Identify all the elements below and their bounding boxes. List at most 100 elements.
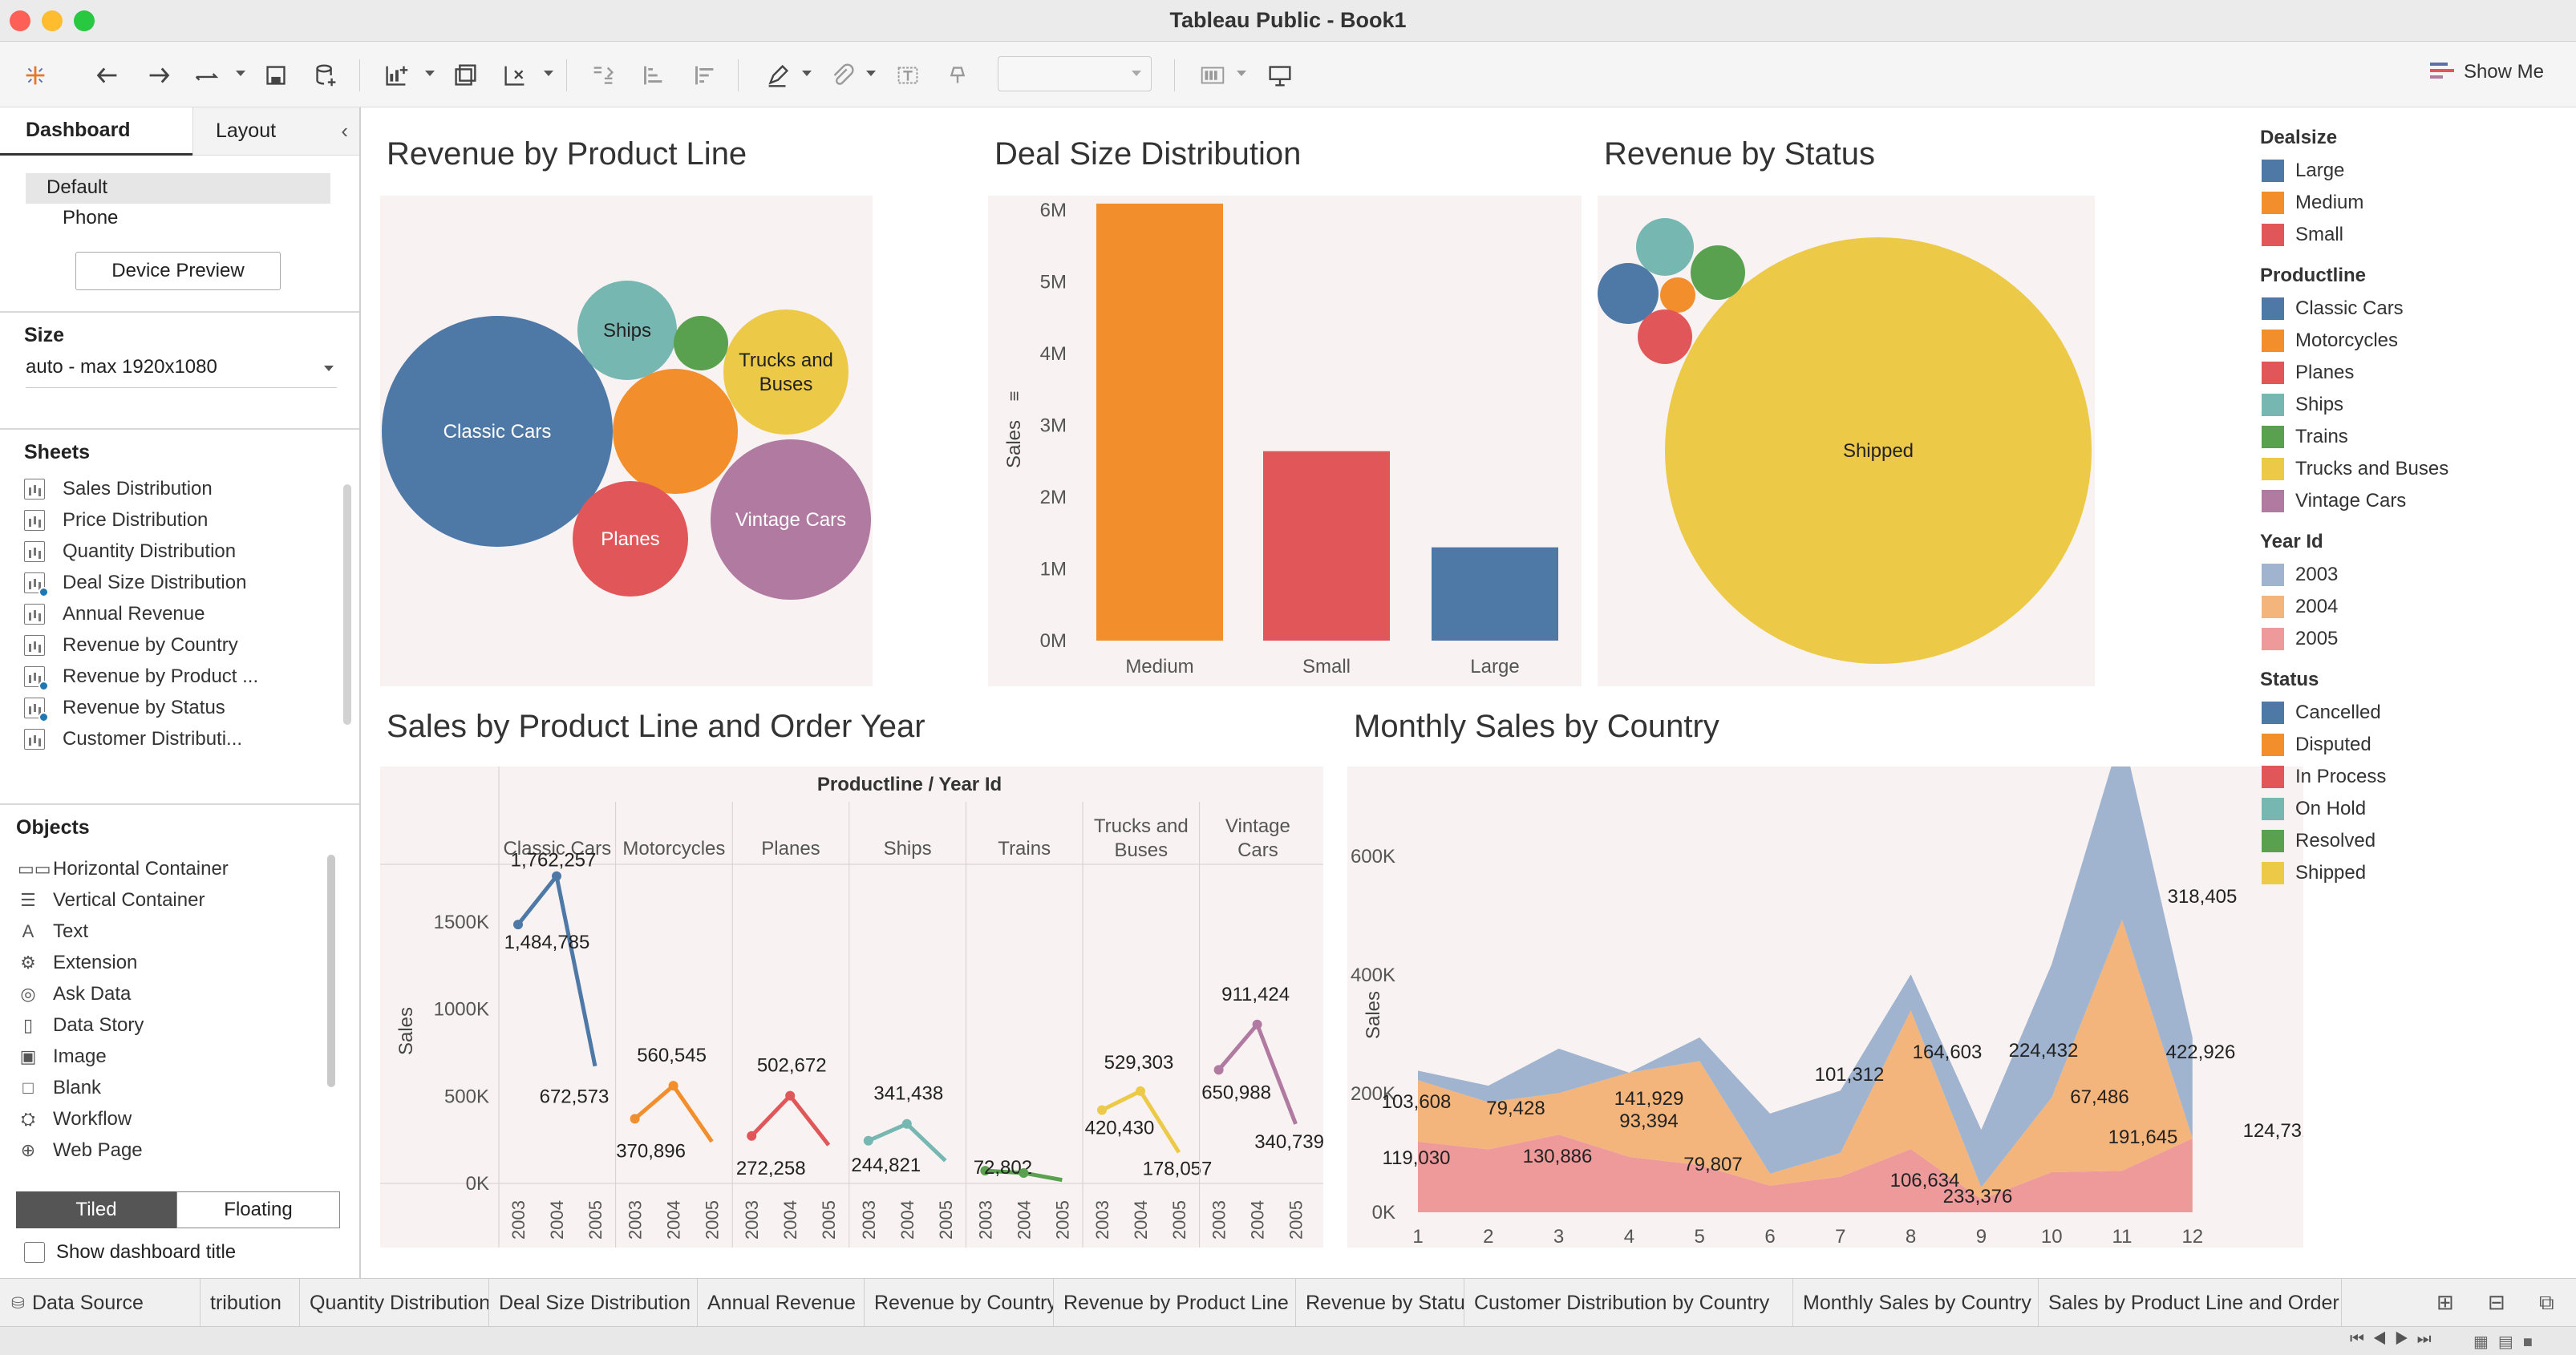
legend-item-on-hold[interactable]: On Hold (2262, 795, 2366, 823)
device-phone[interactable]: Phone (26, 204, 330, 234)
object-blank[interactable]: □ Blank (18, 1072, 101, 1104)
legend-item-disputed[interactable]: Disputed (2262, 731, 2371, 758)
sheet-tab-customer-distribution-by-country[interactable]: Customer Distribution by Country (1464, 1279, 1793, 1327)
object-text[interactable]: A Text (18, 916, 88, 948)
highlight-icon[interactable] (760, 58, 796, 93)
undo-icon[interactable] (90, 58, 125, 93)
sheet-item-sales-distribution[interactable]: Sales Distribution (24, 473, 213, 505)
size-dropdown[interactable]: auto - max 1920x1080 (26, 356, 337, 388)
sort-descending-icon[interactable] (687, 58, 722, 93)
object-workflow[interactable]: ⛭ Workflow (18, 1103, 132, 1135)
presentation-mode-icon[interactable] (1262, 58, 1298, 93)
objects-scrollbar[interactable] (327, 855, 335, 1087)
sheets-scrollbar[interactable] (343, 484, 351, 725)
tab-dashboard[interactable]: Dashboard (0, 107, 192, 156)
legend-item-trains[interactable]: Trains (2262, 423, 2348, 451)
show-mark-labels-icon[interactable] (890, 58, 925, 93)
new-worksheet-tab-icon[interactable]: ⊞ (2436, 1290, 2454, 1315)
legend-item-cancelled[interactable]: Cancelled (2262, 699, 2381, 726)
sheet-item-annual-revenue[interactable]: Annual Revenue (24, 598, 205, 630)
sheet-tab-quantity-distribution[interactable]: Quantity Distribution (300, 1279, 489, 1327)
device-default[interactable]: Default (26, 173, 330, 204)
tableau-logo-icon[interactable] (18, 58, 53, 93)
collapse-panel-icon[interactable]: ‹ (341, 119, 348, 144)
sheet-tab-sales-by-product-line-and-order[interactable]: Sales by Product Line and Order (2039, 1279, 2342, 1327)
sheet-tab-monthly-sales-by-country[interactable]: Monthly Sales by Country (1793, 1279, 2039, 1327)
legend-item-vintage-cars[interactable]: Vintage Cars (2262, 487, 2406, 515)
fix-axes-icon[interactable] (940, 58, 975, 93)
fit-dropdown[interactable] (998, 56, 1152, 91)
legend-item-trucks-and-buses[interactable]: Trucks and Buses (2262, 455, 2448, 483)
floating-toggle[interactable]: Floating (176, 1191, 340, 1228)
sheet-item-revenue-by-product[interactable]: Revenue by Product ... (24, 661, 258, 693)
chevron-down-icon[interactable] (544, 71, 553, 76)
new-story-tab-icon[interactable]: ⧉ (2539, 1290, 2554, 1316)
chevron-down-icon[interactable] (236, 71, 245, 76)
sheet-item-customer-distributi[interactable]: Customer Distributi... (24, 723, 242, 755)
sheet-item-revenue-by-country[interactable]: Revenue by Country (24, 629, 238, 661)
chart-deal-size-distribution[interactable]: 0M 1M 2M 3M 4M 5M 6M Sales ≡ Medium Small Large (988, 196, 1582, 686)
point-planes (747, 1131, 757, 1141)
duplicate-sheet-icon[interactable] (448, 58, 483, 93)
chart-revenue-by-product-line[interactable]: Classic Cars Vintage Cars Trucks and Buses P… (380, 196, 873, 686)
sheet-navigation-icon[interactable]: ⏮◀▶⏭ (2350, 1330, 2440, 1349)
tiled-toggle[interactable]: Tiled (16, 1191, 176, 1228)
group-members-icon[interactable] (824, 58, 860, 93)
new-dashboard-tab-icon[interactable]: ⊟ (2488, 1290, 2505, 1315)
chart-monthly-sales-by-country[interactable]: 0K 200K 400K 600K Sales 1 2 3 4 5 6 7 8 9 10 11 12 103,60… (1347, 730, 2312, 1248)
clear-sheet-icon[interactable] (497, 58, 533, 93)
chevron-down-icon[interactable] (1237, 71, 1246, 76)
legend-item-motorcycles[interactable]: Motorcycles (2262, 327, 2398, 354)
sheet-item-quantity-distribution[interactable]: Quantity Distribution (24, 536, 236, 568)
legend-item-small[interactable]: Small (2262, 221, 2343, 249)
legend-item-resolved[interactable]: Resolved (2262, 827, 2376, 855)
legend-item-shipped[interactable]: Shipped (2262, 860, 2366, 887)
object-data-story[interactable]: ▯ Data Story (18, 1009, 144, 1042)
legend-item-classic-cars[interactable]: Classic Cars (2262, 295, 2404, 322)
legend-item-medium[interactable]: Medium (2262, 189, 2363, 216)
redo-icon[interactable] (141, 58, 176, 93)
sheet-tab-annual-revenue[interactable]: Annual Revenue (698, 1279, 865, 1327)
show-me-button[interactable]: Show Me (2429, 61, 2544, 83)
object-vertical-container[interactable]: ☰ Vertical Container (18, 884, 205, 916)
device-preview-button[interactable]: Device Preview (75, 252, 281, 290)
swap-icon[interactable] (189, 58, 225, 93)
legend-item-2003[interactable]: 2003 (2262, 561, 2338, 589)
sheet-tab-revenue-by-product-line[interactable]: Revenue by Product Line (1054, 1279, 1296, 1327)
chevron-down-icon[interactable] (866, 71, 876, 76)
legend-item-2005[interactable]: 2005 (2262, 625, 2338, 653)
show-cards-icon[interactable] (1195, 58, 1230, 93)
legend-item-in-process[interactable]: In Process (2262, 763, 2386, 791)
chart-sales-by-product-line-year[interactable]: Productline / Year Id 0K 500K 1000K 1500K Sal… (380, 766, 1324, 1248)
object-extension[interactable]: ⚙ Extension (18, 947, 137, 979)
legend-item-planes[interactable]: Planes (2262, 359, 2354, 386)
legend-item-large[interactable]: Large (2262, 157, 2344, 184)
tab-layout[interactable]: Layout ‹ (192, 107, 359, 156)
object-horizontal-container[interactable]: ▭▭ Horizontal Container (18, 853, 229, 885)
x-tick-label: 2004 (1248, 1200, 1268, 1240)
object-web-page[interactable]: ⊕ Web Page (18, 1135, 143, 1167)
sheet-item-deal-size-distribution[interactable]: Deal Size Distribution (24, 567, 246, 599)
view-mode-icon[interactable]: ▦▤■ (2473, 1332, 2542, 1352)
new-worksheet-icon[interactable] (379, 58, 414, 93)
legend-item-2004[interactable]: 2004 (2262, 593, 2338, 621)
sheet-tab-data-source[interactable]: ⛁ Data Source (0, 1279, 200, 1327)
object-image[interactable]: ▣ Image (18, 1041, 107, 1073)
sheet-item-price-distribution[interactable]: Price Distribution (24, 504, 208, 536)
save-icon[interactable] (258, 58, 294, 93)
chart-revenue-by-status[interactable]: Shipped (1598, 196, 2095, 686)
show-dashboard-title[interactable]: Show dashboard title (24, 1241, 236, 1264)
sheet-tab-tribution[interactable]: tribution (200, 1279, 300, 1327)
swap-rows-columns-icon[interactable] (585, 58, 621, 93)
chevron-down-icon[interactable] (425, 71, 435, 76)
sort-ascending-icon[interactable] (635, 58, 670, 93)
show-title-checkbox[interactable] (24, 1242, 45, 1263)
legend-item-ships[interactable]: Ships (2262, 391, 2343, 419)
sheet-tab-revenue-by-country[interactable]: Revenue by Country (865, 1279, 1054, 1327)
sheet-tab-deal-size-distribution[interactable]: Deal Size Distribution (489, 1279, 698, 1327)
new-data-source-icon[interactable] (308, 58, 343, 93)
object-ask-data[interactable]: ◎ Ask Data (18, 978, 131, 1010)
sheet-item-revenue-by-status[interactable]: Revenue by Status (24, 692, 225, 724)
chevron-down-icon[interactable] (802, 71, 812, 76)
sheet-tab-revenue-by-status[interactable]: Revenue by Status (1296, 1279, 1464, 1327)
